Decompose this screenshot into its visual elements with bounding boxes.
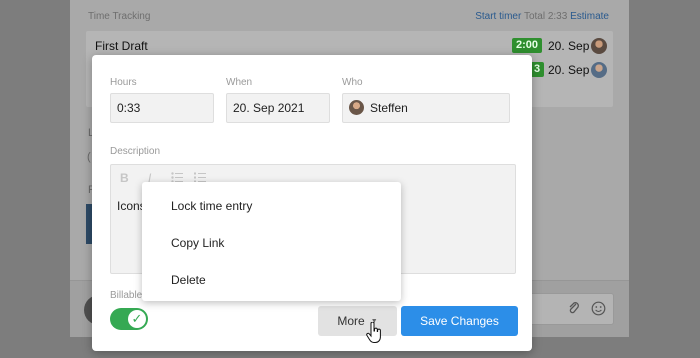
time-entry-name[interactable]: First Draft	[95, 39, 148, 53]
hand-pointer-cursor-icon	[366, 321, 382, 344]
duration-badge: 3	[530, 62, 545, 77]
time-tracking-links: Start timer Total 2:33 Estimate	[475, 11, 609, 22]
checkmark-icon: ✓	[128, 310, 146, 328]
time-entry-date: 20. Sep	[548, 63, 590, 77]
start-timer-link[interactable]: Start timer	[475, 11, 521, 22]
description-label: Description	[110, 146, 161, 157]
comment-input[interactable]	[526, 293, 614, 325]
total-time: Total 2:33	[523, 11, 568, 22]
hours-label: Hours	[110, 77, 137, 88]
bold-icon[interactable]: B	[120, 171, 129, 185]
duration-badge: 2:00	[512, 38, 543, 53]
more-button[interactable]: More ▼	[318, 306, 397, 336]
estimate-link[interactable]: Estimate	[570, 11, 609, 22]
user-avatar	[591, 38, 607, 54]
more-button-label: More	[337, 314, 365, 328]
when-label: When	[226, 77, 253, 88]
menu-item-delete[interactable]: Delete	[171, 273, 206, 287]
time-entry-date: 20. Sep	[548, 39, 590, 53]
menu-item-copy-link[interactable]: Copy Link	[171, 236, 224, 250]
user-avatar	[591, 62, 607, 78]
who-label: Who	[342, 77, 363, 88]
side-label: (	[87, 151, 91, 163]
billable-label: Billable	[110, 290, 143, 301]
emoji-icon[interactable]	[591, 301, 606, 319]
save-changes-button[interactable]: Save Changes	[401, 306, 518, 336]
billable-toggle[interactable]: ✓	[110, 308, 148, 330]
menu-item-lock-time-entry[interactable]: Lock time entry	[171, 199, 252, 213]
when-date-input[interactable]: 20. Sep 2021	[226, 93, 330, 123]
hours-input[interactable]: 0:33	[110, 93, 214, 123]
more-dropdown-menu: Lock time entry Copy Link Delete	[142, 182, 401, 301]
who-select[interactable]: Steffen	[342, 93, 510, 123]
time-tracking-title: Time Tracking	[88, 11, 151, 22]
user-avatar	[349, 100, 364, 115]
who-name: Steffen	[370, 101, 408, 115]
paperclip-icon[interactable]	[567, 301, 581, 318]
